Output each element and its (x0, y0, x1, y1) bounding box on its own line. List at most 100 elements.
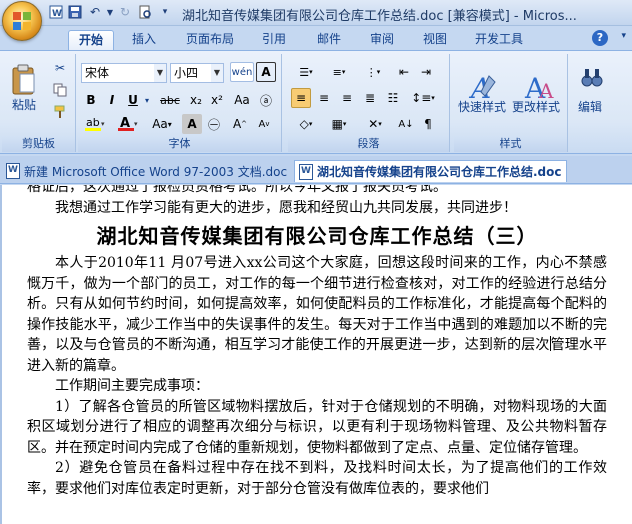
tab-home[interactable]: 开始 (68, 30, 114, 50)
paste-button[interactable]: 粘贴 (6, 58, 42, 118)
change-styles-label: 更改样式 (512, 100, 561, 114)
print-preview-icon[interactable] (136, 3, 154, 21)
clear-formatting-icon[interactable]: ⓐ (256, 90, 276, 110)
chevron-down-icon: ▼ (154, 64, 166, 82)
show-marks-icon[interactable]: ¶ (418, 114, 438, 134)
styles-group-label: 样式 (454, 136, 567, 152)
paragraph-group: ☰ ▾ ≡ ▾ ⋮ ▾ ⇤ ⇥ ≡ ≡ ≡ ≣ ☷ ↕≡ ▾ ◇ ▾ ▦ ▾ ✕ ▾ A↓ ¶… (288, 54, 450, 152)
ribbon-minimize-icon[interactable]: ▾ (621, 31, 626, 41)
word-document-icon (6, 163, 20, 179)
tab-developer[interactable]: 开发工具 (467, 30, 531, 50)
customize-qat-icon[interactable]: ▾ (156, 3, 174, 21)
distributed-button[interactable]: ☷ (383, 88, 403, 108)
multilevel-list-button[interactable]: ⋮ ▾ (358, 62, 388, 82)
clipboard-group-label: 剪贴板 (2, 136, 75, 152)
change-case-button[interactable]: Aa (230, 90, 254, 110)
borders-button[interactable]: ▦ ▾ (324, 114, 354, 134)
shrink-font-icon[interactable]: Av (254, 114, 274, 134)
help-icon[interactable]: ? (592, 30, 608, 46)
align-center-button[interactable]: ≡ (314, 88, 334, 108)
underline-dropdown-icon[interactable]: ▾ (142, 90, 152, 110)
font-group-label: 字体 (78, 136, 281, 152)
align-right-button[interactable]: ≡ (337, 88, 357, 108)
paragraph: 1）了解各仓管员的所管区域物料摆放后，针对于仓储规划的不明确，对物料现场的大面积… (27, 398, 607, 456)
quick-styles-label: 快速样式 (458, 100, 507, 114)
document-body[interactable]: 格证后，这次通过了报检员资格考试。所以今年又报了报关员考试。 我想通过工作学习能… (27, 185, 607, 499)
tab-view[interactable]: 视图 (413, 30, 457, 50)
document-heading: 湖北知音传媒集团有限公司仓库工作总结（三） (96, 224, 538, 248)
highlight-color-button[interactable]: ab ▾ (81, 114, 109, 134)
undo-icon[interactable]: ↶ (86, 3, 104, 21)
enclose-characters-icon[interactable]: ㊀ (204, 114, 224, 134)
ribbon: 粘贴 ✂ 剪贴板 宋体 ▼ 小四 ▼ wén A B I U ▾ abc x₂ … (0, 50, 632, 154)
font-size-value: 小四 (174, 66, 199, 80)
character-border-icon[interactable]: A (256, 62, 276, 82)
styles-group: A 快速样式 AA 更改样式 样式 (454, 54, 568, 152)
word-app-icon[interactable]: W (48, 3, 64, 21)
ribbon-tab-row: 开始 插入 页面布局 引用 邮件 审阅 视图 开发工具 (0, 26, 632, 50)
shading-button[interactable]: ◇ ▾ (291, 114, 321, 134)
left-margin-strip (0, 185, 2, 524)
chevron-down-icon: ▼ (211, 64, 223, 82)
editing-group: 编辑 (570, 54, 614, 152)
tab-references[interactable]: 引用 (252, 30, 296, 50)
paragraph: 我想通过工作学习能有更大的进步，愿我和经贸山九共同发展，共同进步！ (55, 199, 517, 216)
tab-insert[interactable]: 插入 (122, 30, 166, 50)
paragraph: 本人于2010年11 月07号进入xx公司这个大家庭，回想这段时间来的工作，内心… (27, 255, 608, 374)
svg-text:▾: ▾ (101, 120, 105, 128)
underline-button[interactable]: U (123, 90, 143, 110)
change-case-aa-button[interactable]: Aa ▾ (146, 114, 178, 134)
quick-access-toolbar: W ↶ ▼ ↻ ▾ (48, 3, 174, 21)
paste-label: 粘贴 (11, 97, 36, 112)
save-icon[interactable] (66, 3, 84, 21)
numbering-button[interactable]: ≡ ▾ (324, 62, 354, 82)
doc-tab-new-document[interactable]: 新建 Microsoft Office Word 97-2003 文档.doc (2, 160, 291, 182)
line-spacing-button[interactable]: ↕≡ ▾ (408, 88, 438, 108)
font-color-button[interactable]: A ▾ (114, 114, 142, 134)
bullets-button[interactable]: ☰ ▾ (291, 62, 321, 82)
character-shading-icon[interactable]: A (182, 114, 202, 134)
svg-text:ab: ab (86, 116, 100, 129)
superscript-button[interactable]: x² (207, 90, 227, 110)
bold-button[interactable]: B (81, 90, 101, 110)
copy-icon[interactable] (50, 80, 70, 100)
binoculars-icon (581, 69, 603, 87)
justify-button[interactable]: ≣ (360, 88, 380, 108)
word-document-icon (299, 163, 313, 180)
chinese-layout-button[interactable]: ✕ ▾ (360, 114, 390, 134)
doc-tab-label: 湖北知音传媒集团有限公司仓库工作总结.doc (317, 165, 562, 179)
italic-button[interactable]: I (102, 90, 122, 110)
title-bar: W ↶ ▼ ↻ ▾ 湖北知音传媒集团有限公司仓库工作总结.doc [兼容模式] … (0, 0, 632, 26)
paste-icon (12, 64, 35, 94)
redo-icon[interactable]: ↻ (116, 3, 134, 21)
strikethrough-button[interactable]: abc (156, 90, 184, 110)
paragraph: 2）避免仓管员在备料过程中存在找不到料，及找料时间太长，为了提高他们的工作效率，… (27, 460, 607, 497)
svg-text:▾: ▾ (134, 120, 138, 128)
doc-tab-warehouse-summary[interactable]: 湖北知音传媒集团有限公司仓库工作总结.doc (294, 160, 567, 182)
increase-indent-icon[interactable]: ⇥ (416, 62, 436, 82)
office-logo-icon (13, 12, 32, 31)
decrease-indent-icon[interactable]: ⇤ (394, 62, 414, 82)
align-left-button[interactable]: ≡ (291, 88, 311, 108)
undo-dropdown-icon[interactable]: ▼ (106, 3, 114, 21)
grow-font-icon[interactable]: A ^ (230, 114, 250, 134)
font-size-combo[interactable]: 小四 ▼ (170, 63, 224, 83)
tab-review[interactable]: 审阅 (360, 30, 404, 50)
phonetic-guide-icon[interactable]: wén (230, 62, 254, 82)
document-page[interactable]: 格证后，这次通过了报检员资格考试。所以今年又报了报关员考试。 我想通过工作学习能… (0, 185, 632, 524)
sort-icon[interactable]: A↓ (396, 114, 416, 134)
clipboard-group: 粘贴 ✂ 剪贴板 (2, 54, 76, 152)
font-name-combo[interactable]: 宋体 ▼ (81, 63, 167, 83)
paragraph-group-label: 段落 (288, 136, 449, 152)
format-painter-icon[interactable] (50, 102, 70, 122)
window-title: 湖北知音传媒集团有限公司仓库工作总结.doc [兼容模式] - Micros..… (182, 9, 577, 24)
font-group: 宋体 ▼ 小四 ▼ wén A B I U ▾ abc x₂ x² Aa ⓐ a… (78, 54, 282, 152)
paragraph: 工作期间主要完成事项： (55, 378, 209, 394)
tab-mailings[interactable]: 邮件 (307, 30, 351, 50)
cut-icon[interactable]: ✂ (50, 58, 70, 78)
tab-page-layout[interactable]: 页面布局 (180, 30, 240, 50)
editing-label: 编辑 (578, 100, 603, 114)
office-button[interactable] (2, 1, 42, 41)
subscript-button[interactable]: x₂ (186, 90, 206, 110)
editing-button[interactable] (572, 58, 612, 98)
